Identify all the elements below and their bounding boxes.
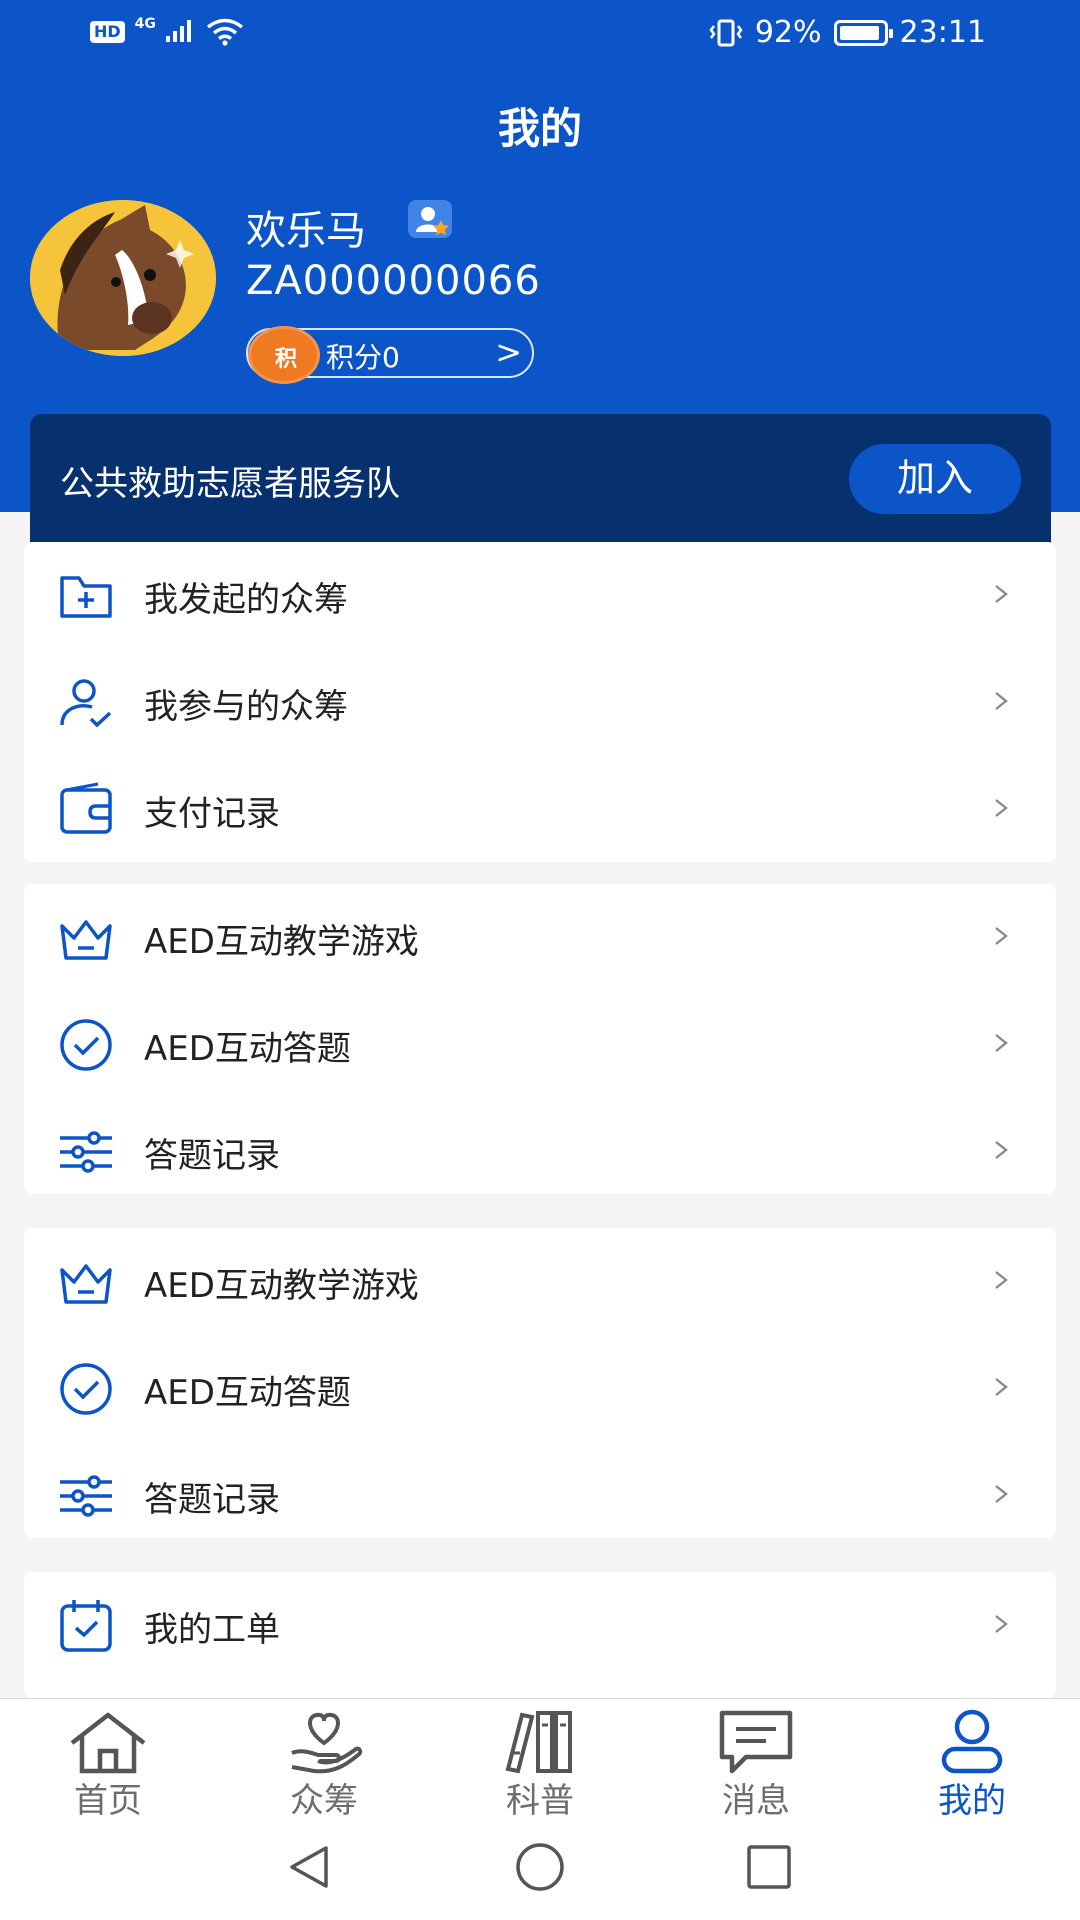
points-arrow-icon: > — [495, 333, 522, 371]
points-icon: 积 — [248, 326, 320, 384]
horse-avatar-image — [30, 200, 216, 356]
menu-item-label: 答题记录 — [144, 1480, 280, 1520]
clock: 23:11 — [899, 15, 986, 50]
bottom-tab-bar: 首页 众筹 科普 消息 我的 — [0, 1698, 1080, 1821]
join-button[interactable]: 加入 — [849, 444, 1021, 514]
menu-item-quiz-records[interactable]: 答题记录 — [24, 1098, 1056, 1205]
menu-group-aed-2: AED互动教学游戏 AED互动答题 答题记录 — [24, 1228, 1056, 1538]
avatar[interactable] — [30, 200, 216, 356]
tab-home[interactable]: 首页 — [18, 1699, 198, 1821]
chevron-right-icon — [995, 1378, 1008, 1396]
status-bar: HD 4G 92% 23:11 — [0, 0, 1080, 70]
tab-label: 我的 — [938, 1781, 1006, 1821]
user-check-icon — [60, 679, 112, 728]
check-circle-icon — [60, 1363, 112, 1415]
check-circle-icon — [60, 1019, 112, 1071]
volunteer-team-title: 公共救助志愿者服务队 — [60, 464, 400, 504]
status-left: HD 4G — [90, 16, 244, 46]
message-icon — [719, 1710, 793, 1774]
chevron-right-icon — [995, 1615, 1008, 1633]
user-icon — [941, 1709, 1003, 1774]
points-button[interactable]: 积 积分0 > — [246, 326, 534, 384]
folder-add-icon — [60, 576, 112, 618]
sliders-icon — [60, 1475, 112, 1517]
tab-label: 首页 — [74, 1781, 142, 1821]
menu-item-quiz-records[interactable]: 答题记录 — [24, 1442, 1056, 1549]
menu-item-aed-game[interactable]: AED互动教学游戏 — [24, 884, 1056, 991]
menu-item-label: 我的工单 — [144, 1610, 280, 1650]
menu-group-aed-1: AED互动教学游戏 AED互动答题 答题记录 — [24, 884, 1056, 1194]
crown-icon — [60, 1264, 112, 1304]
tab-label: 消息 — [722, 1781, 790, 1821]
tab-mine[interactable]: 我的 — [882, 1699, 1062, 1821]
menu-item-label: 支付记录 — [144, 794, 280, 834]
system-nav-bar — [0, 1818, 1080, 1920]
screen: HD 4G 92% 23:11 我的 欢乐马 ZA000000066 积 积分0… — [0, 0, 1080, 1920]
crown-icon — [60, 920, 112, 960]
wifi-icon — [206, 18, 243, 46]
hd-badge: HD — [90, 21, 125, 43]
menu-item-label: 答题记录 — [144, 1136, 280, 1176]
tab-science[interactable]: 科普 — [450, 1699, 630, 1821]
page-title: 我的 — [497, 104, 582, 153]
home-icon — [70, 1712, 146, 1774]
menu-group-crowdfunding: 我发起的众筹 我参与的众筹 支付记录 — [24, 542, 1056, 862]
chevron-right-icon — [995, 1485, 1008, 1503]
user-id: ZA000000066 — [246, 258, 541, 304]
battery-percent: 92% — [754, 15, 822, 50]
battery-icon — [833, 19, 893, 46]
battery-fill — [839, 25, 879, 40]
menu-item-label: AED互动教学游戏 — [144, 922, 419, 962]
calendar-check-icon — [60, 1600, 112, 1652]
verified-user-icon — [408, 200, 452, 238]
tab-crowdfunding[interactable]: 众筹 — [234, 1699, 414, 1821]
network-label: 4G — [134, 16, 156, 32]
chevron-right-icon — [995, 927, 1008, 945]
menu-item-aed-quiz[interactable]: AED互动答题 — [24, 991, 1056, 1098]
tab-messages[interactable]: 消息 — [666, 1699, 846, 1821]
chevron-right-icon — [995, 585, 1008, 603]
chevron-right-icon — [995, 1034, 1008, 1052]
wallet-icon — [60, 782, 112, 834]
username: 欢乐马 — [246, 208, 366, 254]
menu-item-label: 我发起的众筹 — [144, 580, 348, 620]
menu-item-my-joined-crowdfunding[interactable]: 我参与的众筹 — [24, 649, 1056, 756]
volunteer-team-card: 公共救助志愿者服务队 加入 — [30, 414, 1051, 544]
tab-label: 科普 — [506, 1781, 574, 1821]
menu-item-label: AED互动教学游戏 — [144, 1266, 419, 1306]
points-label: 积分0 — [326, 341, 400, 374]
chevron-right-icon — [995, 1141, 1008, 1159]
chevron-right-icon — [995, 799, 1008, 817]
signal-icon — [165, 20, 191, 42]
menu-item-my-launched-crowdfunding[interactable]: 我发起的众筹 — [24, 542, 1056, 649]
status-right: 92% 23:11 — [709, 15, 986, 50]
menu-item-label: AED互动答题 — [144, 1373, 351, 1413]
menu-item-label: 我参与的众筹 — [144, 687, 348, 727]
menu-item-my-work-orders[interactable]: 我的工单 — [24, 1572, 1056, 1679]
back-icon[interactable] — [284, 1842, 334, 1892]
menu-item-label: AED互动答题 — [144, 1029, 351, 1069]
books-icon — [505, 1711, 572, 1774]
home-circle-icon[interactable] — [514, 1842, 566, 1892]
heart-hand-icon — [291, 1712, 363, 1774]
menu-item-payment-records[interactable]: 支付记录 — [24, 756, 1056, 863]
tab-label: 众筹 — [290, 1781, 358, 1821]
points-icon-text: 积 — [275, 347, 298, 372]
menu-item-aed-quiz[interactable]: AED互动答题 — [24, 1335, 1056, 1442]
sliders-icon — [60, 1131, 112, 1173]
chevron-right-icon — [995, 692, 1008, 710]
menu-item-aed-game[interactable]: AED互动教学游戏 — [24, 1228, 1056, 1335]
vibrate-icon — [709, 19, 743, 46]
recents-square-icon[interactable] — [744, 1842, 794, 1892]
chevron-right-icon — [995, 1271, 1008, 1289]
battery-tip — [888, 28, 893, 38]
menu-group-work-orders: 我的工单 — [24, 1572, 1056, 1698]
